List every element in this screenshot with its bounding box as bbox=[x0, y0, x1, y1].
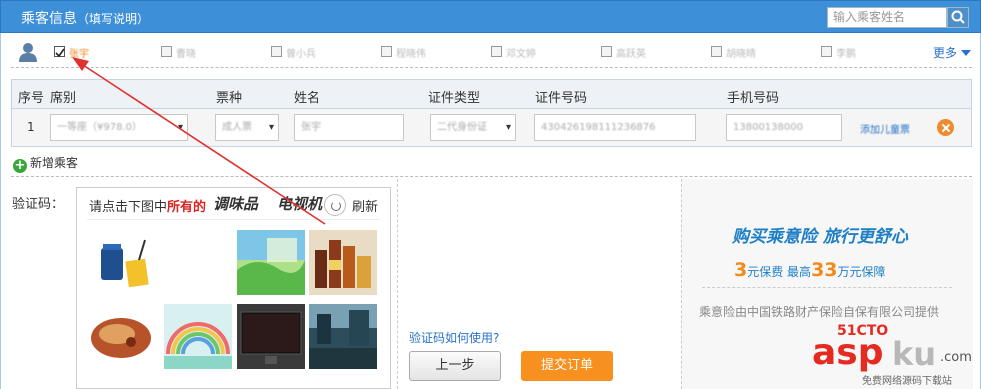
captcha-image-battery-and-phone[interactable] bbox=[87, 230, 155, 295]
contact-name[interactable]: 胡晓晴 bbox=[726, 45, 756, 60]
prev-step-button[interactable]: 上一步 bbox=[409, 351, 501, 381]
add-passenger-label: 新增乘客 bbox=[30, 156, 79, 170]
contact-checkbox[interactable] bbox=[491, 46, 502, 57]
table-row: 1 一等座（¥978.0） 成人票 张宇 二代身份证 4304261981112… bbox=[12, 109, 971, 146]
divider bbox=[11, 176, 972, 177]
insurance-summary: 3元保费 最高33万元保障 bbox=[734, 259, 886, 281]
seat-value: 一等座（¥978.0） bbox=[57, 122, 142, 133]
col-header-id-number: 证件号码 bbox=[535, 91, 588, 106]
watermark-brand-red: asp bbox=[812, 332, 884, 373]
captcha-image-food-plate[interactable] bbox=[87, 304, 155, 369]
captcha-image-city-street[interactable] bbox=[309, 304, 377, 369]
table-header: 序号 席别 票种 姓名 证件类型 证件号码 手机号码 bbox=[12, 80, 971, 109]
premium-text: 元保费 最高 bbox=[747, 265, 812, 279]
submit-order-button[interactable]: 提交订单 bbox=[521, 351, 613, 381]
add-child-ticket-link[interactable]: 添加儿童票 bbox=[860, 121, 910, 136]
site-watermark: 51CTO asp ku .com 免费网络源码下载站 bbox=[812, 323, 977, 387]
search-button[interactable] bbox=[947, 7, 969, 28]
contact-checkbox[interactable] bbox=[711, 46, 722, 57]
col-header-id-type: 证件类型 bbox=[428, 91, 481, 106]
fill-instructions-link[interactable]: （填写说明） bbox=[77, 12, 149, 26]
phone-input[interactable]: 13800138000 bbox=[726, 114, 842, 141]
contact-name[interactable]: 高跃英 bbox=[616, 45, 646, 60]
id-type-select[interactable]: 二代身份证 bbox=[430, 114, 516, 141]
contact-name[interactable]: 曾小兵 bbox=[286, 45, 316, 60]
name-input[interactable]: 张宇 bbox=[294, 114, 404, 141]
contact-name[interactable]: 李鹏 bbox=[836, 45, 856, 60]
id-number-value: 430426198111236876 bbox=[541, 122, 656, 133]
captcha-image-television-screen[interactable] bbox=[237, 304, 305, 369]
contact-list: 张宇 曹晓 曾小兵 程晓伟 邓文婷 高跃英 胡晓晴 李鹏 更多 bbox=[11, 41, 971, 63]
ticket-type-select[interactable]: 成人票 bbox=[215, 114, 279, 141]
captcha-hint-prefix: 请点击下图中 bbox=[89, 200, 168, 215]
section-title: 乘客信息（填写说明） bbox=[21, 8, 149, 28]
contact-name[interactable]: 曹晓 bbox=[176, 45, 196, 60]
check-icon bbox=[55, 48, 65, 58]
row-index: 1 bbox=[27, 120, 35, 134]
name-value: 张宇 bbox=[301, 122, 321, 133]
id-type-value: 二代身份证 bbox=[437, 122, 487, 133]
passenger-search-input[interactable]: 输入乘客姓名 bbox=[827, 7, 947, 28]
insurance-divider bbox=[702, 287, 952, 288]
captcha-box: 请点击下图中所有的 调味品 电视机 刷新 bbox=[76, 187, 391, 389]
col-header-ticket-type: 票种 bbox=[216, 91, 243, 106]
section-title-text: 乘客信息 bbox=[21, 11, 77, 27]
contact-checkbox[interactable] bbox=[601, 46, 612, 57]
plus-icon: + bbox=[13, 158, 27, 173]
more-contacts-button[interactable]: 更多 bbox=[933, 44, 971, 61]
contact-checkbox-checked[interactable] bbox=[54, 46, 65, 58]
contact-checkbox[interactable] bbox=[821, 46, 832, 57]
refresh-button[interactable]: 刷新 bbox=[352, 196, 378, 215]
col-header-name: 姓名 bbox=[294, 91, 321, 106]
person-icon bbox=[19, 43, 37, 62]
refresh-icon[interactable] bbox=[324, 194, 346, 216]
search-icon bbox=[948, 8, 968, 27]
ticket-type-value: 成人票 bbox=[222, 122, 252, 133]
watermark-tagline: 免费网络源码下载站 bbox=[862, 376, 952, 387]
captcha-hint: 请点击下图中所有的 bbox=[89, 196, 206, 215]
captcha-image-rainbow-illustration[interactable] bbox=[164, 304, 232, 369]
coverage-text: 万元保障 bbox=[837, 265, 886, 279]
captcha-word: 电视机 bbox=[277, 195, 323, 213]
premium-amount: 3 bbox=[734, 259, 748, 281]
captcha-hint-emphasis: 所有的 bbox=[167, 200, 207, 215]
col-header-index: 序号 bbox=[18, 91, 45, 106]
captcha-divider bbox=[87, 219, 380, 220]
watermark-brand-gray: ku bbox=[892, 335, 937, 373]
passenger-info-header: 乘客信息（填写说明） 输入乘客姓名 bbox=[0, 0, 981, 33]
col-header-seat: 席别 bbox=[50, 91, 77, 106]
captcha-image-green-landscape-card[interactable] bbox=[237, 230, 305, 295]
captcha-word: 调味品 bbox=[213, 195, 259, 213]
insurance-title: 购买乘意险 旅行更舒心 bbox=[732, 227, 908, 247]
col-header-phone: 手机号码 bbox=[727, 91, 780, 106]
captcha-help-link[interactable]: 验证码如何使用? bbox=[409, 329, 499, 346]
contact-checkbox[interactable] bbox=[381, 46, 392, 57]
delete-passenger-icon[interactable] bbox=[937, 119, 954, 136]
contact-name[interactable]: 程晓伟 bbox=[396, 45, 426, 60]
add-passenger-button[interactable]: + 新增乘客 bbox=[13, 154, 78, 173]
insurance-provider: 乘意险由中国铁路财产保险自保有限公司提供 bbox=[699, 305, 940, 319]
id-number-input[interactable]: 430426198111236876 bbox=[534, 114, 696, 141]
contact-name[interactable]: 邓文婷 bbox=[506, 45, 536, 60]
contact-checkbox[interactable] bbox=[271, 46, 282, 57]
coverage-amount: 33 bbox=[811, 259, 838, 281]
captcha-image-spice-bottles[interactable] bbox=[309, 230, 377, 295]
contact-name[interactable]: 张宇 bbox=[69, 45, 89, 60]
passenger-table: 序号 席别 票种 姓名 证件类型 证件号码 手机号码 1 一等座（¥978.0）… bbox=[11, 79, 972, 147]
seat-select[interactable]: 一等座（¥978.0） bbox=[50, 114, 188, 141]
watermark-com: .com bbox=[940, 350, 972, 365]
contact-checkbox[interactable] bbox=[161, 46, 172, 57]
captcha-label: 验证码： bbox=[12, 197, 65, 212]
phone-value: 13800138000 bbox=[733, 122, 803, 133]
divider bbox=[397, 179, 398, 389]
divider bbox=[11, 67, 972, 68]
